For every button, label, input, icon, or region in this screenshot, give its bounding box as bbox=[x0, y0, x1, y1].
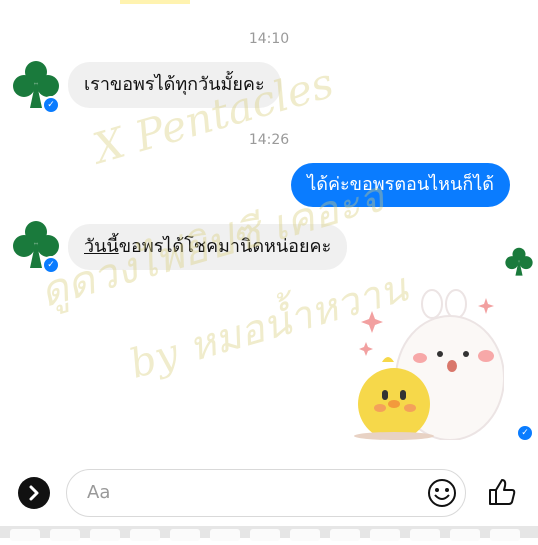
like-button[interactable] bbox=[486, 476, 518, 508]
seen-avatar bbox=[504, 246, 534, 278]
emoji-button[interactable] bbox=[427, 478, 457, 508]
seen-check-icon: ✓ bbox=[516, 424, 534, 442]
avatar[interactable]: ✓ bbox=[12, 58, 60, 114]
message-input[interactable]: Aa bbox=[66, 469, 466, 517]
keyboard-strip bbox=[0, 526, 538, 541]
chevron-right-icon bbox=[29, 485, 39, 501]
smiley-icon bbox=[428, 479, 456, 507]
club-suit-icon bbox=[505, 247, 533, 276]
messenger-badge-icon: ✓ bbox=[42, 96, 60, 114]
expand-button[interactable] bbox=[18, 477, 50, 509]
message-input-placeholder: Aa bbox=[87, 482, 111, 503]
partial-sticker-top bbox=[120, 0, 190, 4]
thumbs-up-icon bbox=[489, 479, 516, 505]
timestamp: 14:26 bbox=[248, 132, 290, 148]
timestamp: 14:10 bbox=[248, 31, 290, 47]
